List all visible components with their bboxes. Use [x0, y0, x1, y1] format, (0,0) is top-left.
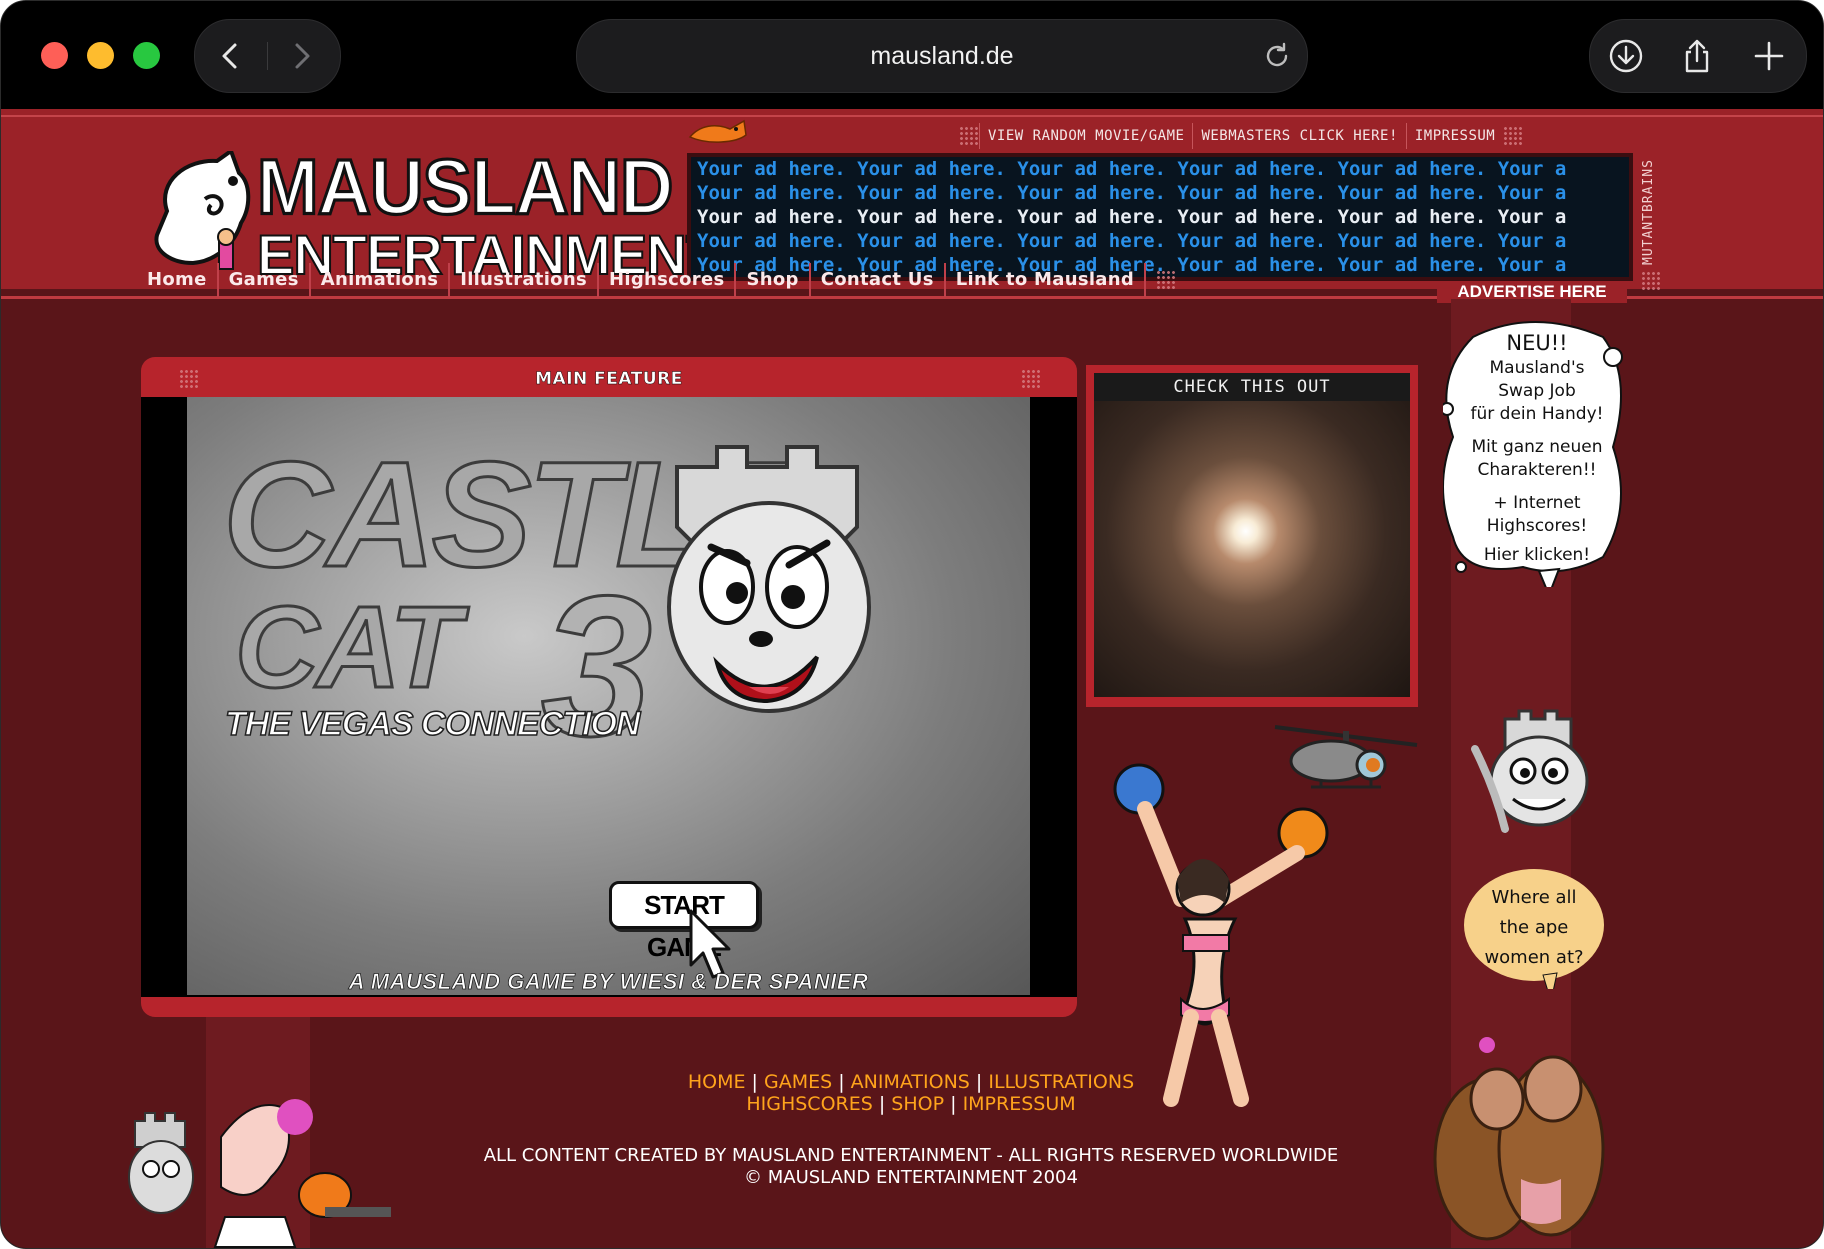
- close-window-button[interactable]: [41, 42, 68, 69]
- browser-window: mausland.de MAUSLAND ENTERTAINMENT VIEW …: [0, 0, 1824, 1249]
- bubble2-line: the ape: [1499, 917, 1569, 938]
- fox-mascot-icon: [688, 119, 747, 143]
- ad-banner[interactable]: Your ad here. Your ad here. Your ad here…: [687, 153, 1633, 281]
- address-bar[interactable]: mausland.de: [576, 19, 1308, 93]
- forward-icon[interactable]: [283, 38, 319, 74]
- footer-link-highscores[interactable]: HIGHSCORES: [746, 1093, 872, 1115]
- footer-links-row2: HIGHSCORES | SHOP | IMPRESSUM: [501, 1093, 1321, 1115]
- footer-separator: |: [838, 1071, 845, 1093]
- top-links: VIEW RANDOM MOVIE/GAME WEBMASTERS CLICK …: [959, 123, 1524, 149]
- grip-icon: [1156, 270, 1177, 290]
- bubble-line: Swap Job: [1498, 381, 1576, 401]
- minimize-window-button[interactable]: [87, 42, 114, 69]
- nav-animations[interactable]: Animations: [311, 263, 451, 297]
- bubble-line: Highscores!: [1486, 516, 1588, 536]
- footer-link-animations[interactable]: ANIMATIONS: [851, 1071, 970, 1093]
- logo-title: MAUSLAND: [255, 142, 674, 231]
- browser-toolbar: mausland.de: [1, 1, 1823, 109]
- share-icon[interactable]: [1678, 37, 1716, 75]
- footer-separator: |: [751, 1071, 758, 1093]
- check-this-out-panel[interactable]: CHECK THIS OUT: [1086, 365, 1418, 707]
- ad-line: Your ad here. Your ad here. Your ad here…: [697, 230, 1567, 252]
- main-nav: Home Games Animations Illustrations High…: [137, 263, 1177, 297]
- new-tab-icon[interactable]: [1750, 37, 1788, 75]
- reload-icon[interactable]: [1261, 40, 1293, 72]
- footer-links: HOME | GAMES | ANIMATIONS | ILLUSTRATION…: [501, 1071, 1321, 1115]
- bubble2-line: women at?: [1484, 947, 1584, 968]
- grip-icon: [1641, 271, 1661, 291]
- mouse-mascot-logo: [154, 151, 251, 270]
- footer-separator: |: [950, 1093, 957, 1115]
- bubble-line: Hier klicken!: [1483, 545, 1591, 565]
- nav-highscores[interactable]: Highscores: [599, 263, 737, 297]
- bubble-line: Mit ganz neuen: [1471, 437, 1603, 457]
- bubble-line: Mausland's: [1489, 358, 1585, 378]
- nav-contact[interactable]: Contact Us: [811, 263, 946, 297]
- ad-line: Your ad here. Your ad here. Your ad here…: [697, 182, 1567, 204]
- nav-home[interactable]: Home: [137, 263, 219, 297]
- gorillas-illustration: [1433, 1037, 1605, 1241]
- history-nav: [194, 19, 341, 93]
- game-title-line2: CAT: [234, 582, 463, 712]
- castle-cat-game[interactable]: CASTLE CAT 3 THE VEGAS CONNECTION START: [187, 397, 1030, 995]
- game-credit: A MAUSLAND GAME BY WIESI & DER SPANIER: [348, 969, 869, 995]
- footer-link-games[interactable]: GAMES: [764, 1071, 832, 1093]
- url-text: mausland.de: [870, 42, 1014, 70]
- castle-cat-icon: [667, 445, 871, 713]
- footer-link-shop[interactable]: SHOP: [891, 1093, 944, 1115]
- game-subtitle: THE VEGAS CONNECTION: [224, 704, 641, 744]
- bubble-line: + Internet: [1493, 493, 1581, 513]
- nav-separator: [267, 42, 268, 70]
- bubble-line: NEU!!: [1506, 331, 1568, 355]
- check-this-out-titlebar: CHECK THIS OUT: [1094, 373, 1410, 401]
- footer-link-home[interactable]: HOME: [688, 1071, 746, 1093]
- bubble-line: Charakteren!!: [1477, 460, 1597, 480]
- bubble2-text: Where all the ape women at?: [1463, 883, 1605, 973]
- grip-icon: [959, 126, 979, 146]
- top-link-webmasters[interactable]: WEBMASTERS CLICK HERE!: [1192, 123, 1405, 149]
- footer-separator: |: [878, 1093, 886, 1115]
- nav-link-to-mausland[interactable]: Link to Mausland: [946, 263, 1147, 297]
- nav-shop[interactable]: Shop: [736, 263, 811, 297]
- nav-games[interactable]: Games: [219, 263, 311, 297]
- footer-separator: |: [975, 1071, 983, 1093]
- mutantbrains-label[interactable]: MUTANTBRAINS: [1639, 135, 1663, 271]
- castle-cat-mascot-icon: [1471, 709, 1589, 833]
- main-feature-title: MAIN FEATURE: [535, 369, 683, 389]
- footer-link-illustrations[interactable]: ILLUSTRATIONS: [988, 1071, 1134, 1093]
- web-page: MAUSLAND ENTERTAINMENT VIEW RANDOM MOVIE…: [1, 109, 1823, 1248]
- top-link-random[interactable]: VIEW RANDOM MOVIE/GAME: [979, 123, 1192, 149]
- ad-line: Your ad here. Your ad here. Your ad here…: [697, 206, 1567, 228]
- toolbar-actions: [1589, 19, 1807, 93]
- mutantbrains-text: MUTANTBRAINS: [1641, 159, 1656, 265]
- copyright-line1: ALL CONTENT CREATED BY MAUSLAND ENTERTAI…: [483, 1145, 1339, 1166]
- zoom-window-button[interactable]: [133, 42, 160, 69]
- check-this-out-title: CHECK THIS OUT: [1173, 377, 1331, 397]
- footer-link-impressum[interactable]: IMPRESSUM: [963, 1093, 1076, 1115]
- footer-copyright: ALL CONTENT CREATED BY MAUSLAND ENTERTAI…: [321, 1145, 1501, 1189]
- copyright-line2: © MAUSLAND ENTERTAINMENT 2004: [744, 1167, 1078, 1188]
- ad-line: Your ad here. Your ad here. Your ad here…: [697, 158, 1567, 180]
- footer-links-row1: HOME | GAMES | ANIMATIONS | ILLUSTRATION…: [501, 1071, 1321, 1093]
- back-icon[interactable]: [213, 38, 249, 74]
- grip-icon: [1503, 126, 1524, 146]
- bubble-text[interactable]: NEU!! Mausland's Swap Job für dein Handy…: [1451, 329, 1623, 567]
- video-thumbnail[interactable]: [1094, 401, 1410, 697]
- download-icon[interactable]: [1607, 37, 1645, 75]
- bubble2-line: Where all: [1491, 887, 1577, 908]
- main-feature-panel: MAIN FEATURE CASTLE CAT 3 THE VEGAS CONN…: [141, 357, 1077, 1017]
- top-link-impressum[interactable]: IMPRESSUM: [1405, 123, 1503, 149]
- bubble-line: für dein Handy!: [1470, 404, 1604, 424]
- nav-illustrations[interactable]: Illustrations: [450, 263, 599, 297]
